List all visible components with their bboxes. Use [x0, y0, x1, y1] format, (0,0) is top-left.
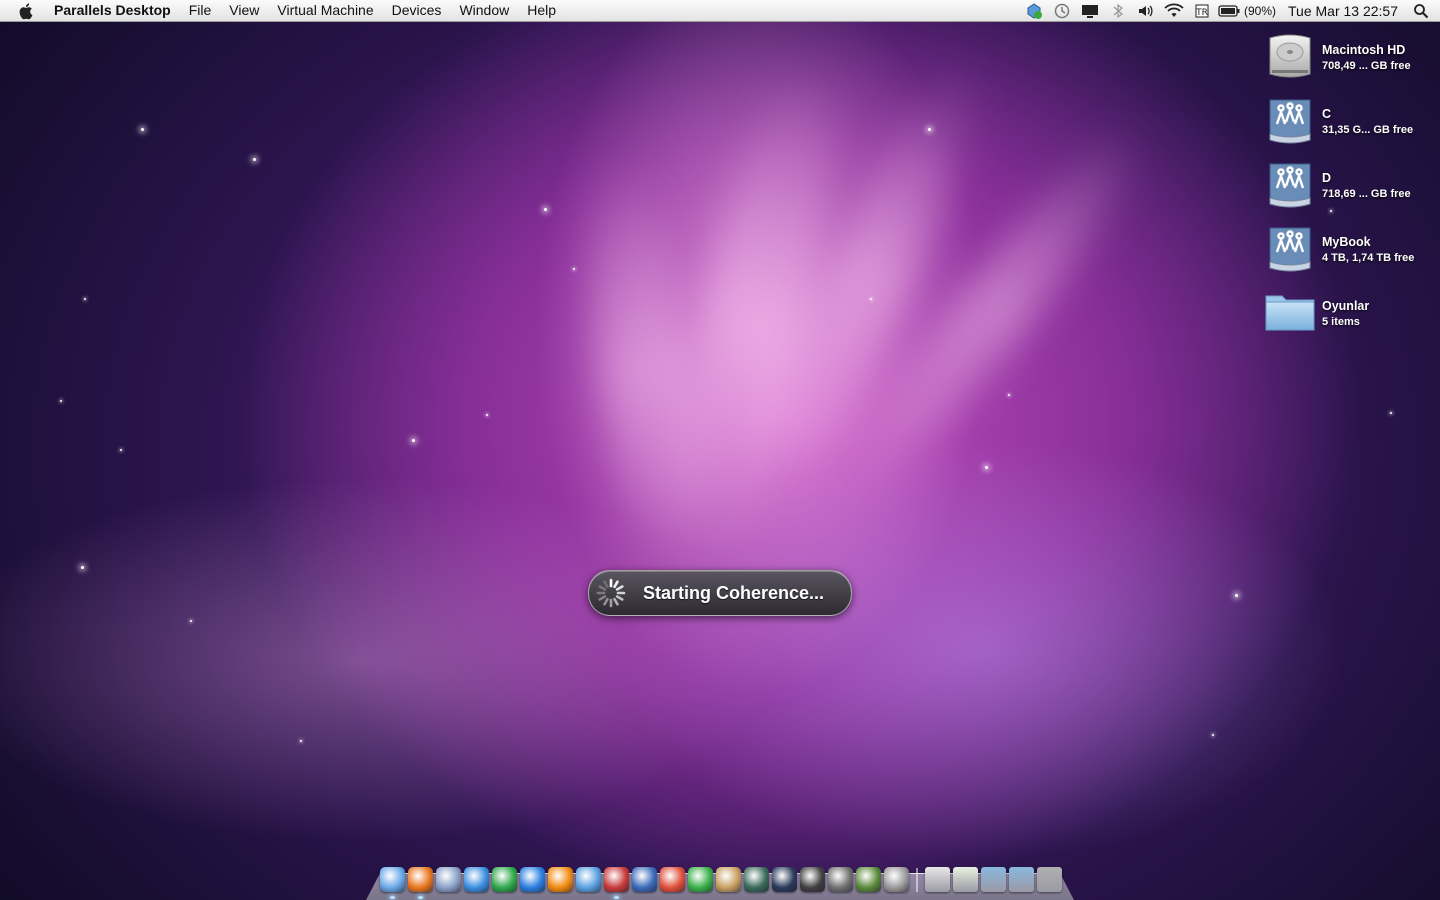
hard-drive-icon	[1264, 30, 1316, 82]
star	[573, 268, 575, 270]
parallels-icon[interactable]	[604, 867, 629, 899]
coconut-icon[interactable]	[660, 867, 685, 892]
desktop-item-label: C	[1322, 107, 1332, 121]
desktop-item-info: 5 items	[1322, 316, 1360, 328]
star	[870, 298, 872, 300]
devices-menu[interactable]: Devices	[383, 0, 451, 21]
desktop-item-macintosh-hd[interactable]: Macintosh HD 708,49 ... GB free	[1258, 30, 1434, 94]
star	[1390, 412, 1392, 414]
desktop-icons: Macintosh HD 708,49 ... GB free C 31,35 …	[1258, 30, 1434, 350]
star	[1235, 594, 1238, 597]
battery-percent: (90%)	[1243, 3, 1276, 18]
dock-separator	[916, 868, 918, 892]
desktop-item-label: Macintosh HD	[1322, 43, 1406, 57]
gun-game-icon[interactable]	[828, 867, 853, 892]
star	[985, 466, 988, 469]
file-menu[interactable]: File	[180, 0, 221, 21]
finder-icon[interactable]	[380, 867, 405, 899]
minecraft-icon[interactable]	[856, 867, 881, 892]
applications-folder-icon[interactable]	[981, 867, 1006, 892]
folder-icon	[1264, 286, 1316, 338]
desktop-item-info: 4 TB, 1,74 TB free	[1322, 252, 1415, 264]
network-share-icon	[1264, 222, 1316, 274]
spotlight-search-icon[interactable]	[1410, 0, 1432, 21]
firefox-icon[interactable]	[408, 867, 433, 899]
view-menu[interactable]: View	[220, 0, 268, 21]
star	[412, 439, 415, 442]
spinner-icon	[593, 575, 629, 611]
star	[486, 414, 488, 416]
quicktime-icon[interactable]	[576, 867, 601, 892]
documents-folder-icon[interactable]	[1009, 867, 1034, 892]
star	[1212, 734, 1214, 736]
desktop-item-label: D	[1322, 171, 1332, 185]
app-menu[interactable]: Parallels Desktop	[54, 0, 180, 21]
game-app-icon[interactable]	[716, 867, 741, 892]
desktop-item-mybook[interactable]: MyBook 4 TB, 1,74 TB free	[1258, 222, 1434, 286]
desktop-item-info: 708,49 ... GB free	[1322, 60, 1411, 72]
window-menu[interactable]: Window	[450, 0, 518, 21]
star	[81, 566, 84, 569]
steam-icon[interactable]	[800, 867, 825, 892]
wifi-icon[interactable]	[1160, 0, 1188, 21]
battery-icon[interactable]	[1216, 0, 1242, 21]
star	[141, 128, 144, 131]
parallels-status-icon[interactable]	[1020, 0, 1048, 21]
network-share-icon	[1264, 94, 1316, 146]
desktop-item-oyunlar[interactable]: Oyunlar 5 items	[1258, 286, 1434, 350]
system-preferences-icon[interactable]	[884, 867, 909, 892]
desktop-item-d[interactable]: D 718,69 ... GB free	[1258, 158, 1434, 222]
menu-bar: Parallels Desktop File View Virtual Mach…	[0, 0, 1440, 22]
svg-text:TR: TR	[1195, 8, 1208, 18]
crossover-icon[interactable]	[492, 867, 517, 892]
hud-status-text: Starting Coherence...	[643, 582, 825, 603]
star	[190, 620, 192, 622]
volume-icon[interactable]	[1132, 0, 1160, 21]
minecraft-launcher-icon[interactable]	[688, 867, 713, 892]
trash-icon[interactable]	[1037, 867, 1062, 892]
dock	[366, 862, 1074, 900]
star	[120, 449, 122, 451]
input-menu-icon[interactable]: TR	[1188, 0, 1216, 21]
triangle-app-icon[interactable]	[744, 867, 769, 892]
apple-icon[interactable]	[0, 0, 54, 21]
star	[253, 158, 256, 161]
display-icon[interactable]	[1076, 0, 1104, 21]
vlc-icon[interactable]	[548, 867, 573, 892]
itunes-icon[interactable]	[464, 867, 489, 892]
desktop-item-info: 31,35 G... GB free	[1322, 124, 1414, 136]
desktop-item-label: Oyunlar	[1322, 299, 1370, 313]
desktop-item-info: 718,69 ... GB free	[1322, 188, 1411, 200]
downloads-stack-icon[interactable]	[953, 867, 978, 892]
menubar-clock[interactable]: Tue Mar 13 22:57	[1288, 3, 1398, 19]
coherence-status-hud: Starting Coherence...	[588, 570, 852, 616]
network-share-icon	[1264, 158, 1316, 210]
help-menu[interactable]: Help	[518, 0, 565, 21]
document-stack-icon[interactable]	[925, 867, 950, 892]
time-machine-icon[interactable]	[1048, 0, 1076, 21]
desktop-item-label: MyBook	[1322, 235, 1371, 249]
virtual-machine-menu[interactable]: Virtual Machine	[268, 0, 382, 21]
desktop[interactable]: Parallels Desktop File View Virtual Mach…	[0, 0, 1440, 900]
star	[1008, 394, 1010, 396]
star	[84, 298, 86, 300]
star	[300, 740, 302, 742]
bluetooth-icon[interactable]	[1104, 0, 1132, 21]
preview-icon[interactable]	[436, 867, 461, 892]
dark-game-icon[interactable]	[772, 867, 797, 892]
star	[60, 400, 62, 402]
star	[928, 128, 931, 131]
desktop-item-c[interactable]: C 31,35 G... GB free	[1258, 94, 1434, 158]
running-indicator	[390, 896, 395, 899]
running-indicator	[418, 896, 423, 899]
app-store-icon[interactable]	[520, 867, 545, 892]
star	[544, 208, 547, 211]
dock-icons	[380, 867, 1062, 899]
media-player-icon[interactable]	[632, 867, 657, 892]
running-indicator	[614, 896, 619, 899]
